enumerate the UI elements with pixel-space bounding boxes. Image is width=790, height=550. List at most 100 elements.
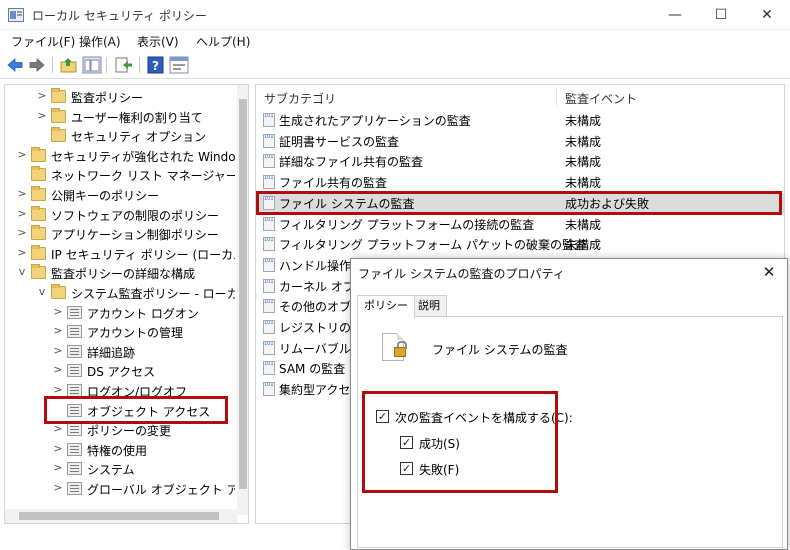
close-button[interactable]: ✕ [744,0,790,30]
tree-item[interactable]: > システム [5,459,235,479]
subcategory-row[interactable]: 101 010 101 証明書サービスの監査 未構成 [256,131,784,151]
maximize-button[interactable]: ☐ [698,0,744,30]
expand-chevron-icon[interactable]: > [53,422,63,436]
local-security-policy-icon [8,8,24,22]
audit-event-value: 未構成 [565,217,602,232]
tree-vertical-scrollbar[interactable] [237,85,248,515]
tree-item[interactable]: > ユーザー権利の割り当て [5,107,235,127]
show-hide-tree-icon[interactable] [82,56,102,74]
svg-text:?: ? [152,59,159,73]
tree-item[interactable]: > 詳細追跡 [5,342,235,362]
expand-chevron-icon[interactable]: > [17,246,27,260]
audit-policy-icon [51,88,66,103]
expand-chevron-icon[interactable]: > [17,207,27,221]
tree-item[interactable]: > 監査ポリシー [5,87,235,107]
highlight-box-file-system-row [256,191,782,215]
tree-pane[interactable]: > 監査ポリシー > ユーザー権利の割り当てセキュリティ オプション > セキュリティが強… [4,84,249,524]
audit-subcategory-icon: 101 010 101 [263,237,275,252]
subcategory-row[interactable]: 101 010 101 フィルタリング プラットフォームの接続の監査 未構成 [256,214,784,234]
tree-item[interactable]: セキュリティ オプション [5,126,235,146]
expand-chevron-icon[interactable]: > [53,383,63,397]
tree-item[interactable]: > DS アクセス [5,361,235,381]
tree-item-label: IP セキュリティ ポリシー (ローカル コン [51,247,235,262]
expand-chevron-icon[interactable]: > [37,89,47,103]
folder-lock-icon [51,127,66,143]
column-divider[interactable] [556,87,557,107]
audit-subcategory-icon: 101 010 101 [263,278,275,293]
expand-chevron-icon[interactable]: > [53,481,63,495]
subcategory-name: フィルタリング プラットフォームの接続の監査 [279,217,535,232]
audit-subcategory-icon: 101 010 101 [263,257,275,272]
expand-chevron-icon[interactable]: > [53,363,63,377]
tree-item[interactable]: > アカウントの管理 [5,322,235,342]
tree-item[interactable]: > 公開キーのポリシー [5,185,235,205]
tree-item[interactable]: > セキュリティが強化された Windows [5,146,235,166]
expand-chevron-icon[interactable]: > [37,109,47,123]
back-icon[interactable] [5,56,25,74]
column-header-audit-events[interactable]: 監査イベント [565,90,637,107]
policy-name: ファイル システムの監査 [432,343,568,357]
tree-item[interactable]: > 特権の使用 [5,440,235,460]
audit-event-value: 未構成 [565,134,602,149]
policy-icon [67,442,82,456]
expand-chevron-icon[interactable]: > [53,324,63,338]
subcategory-row[interactable]: 101 010 101 詳細なファイル共有の監査 未構成 [256,151,784,171]
menu-file[interactable]: ファイル(F) [11,33,75,50]
menu-action[interactable]: 操作(A) [79,33,121,50]
expand-chevron-icon[interactable] [37,128,47,142]
tree-item[interactable]: ネットワーク リスト マネージャー ポリシ [5,165,235,185]
system-audit-icon [51,284,66,299]
export-list-icon[interactable] [114,56,134,74]
tree-item[interactable]: > グローバル オブジェクト アクセ [5,479,235,499]
menu-help[interactable]: ヘルプ(H) [196,33,250,50]
properties-icon[interactable] [169,56,189,74]
menu-view[interactable]: 表示(V) [137,33,179,50]
expand-chevron-icon[interactable]: > [53,442,63,456]
tree-horizontal-scrollbar[interactable] [5,509,237,523]
expand-chevron-icon[interactable]: > [53,305,63,319]
tree-item[interactable]: > アプリケーション制御ポリシー [5,224,235,244]
tree-item-label: セキュリティ オプション [71,130,207,145]
tree-item-label: ネットワーク リスト マネージャー ポリシ [51,169,235,184]
expand-chevron-icon[interactable]: > [17,187,27,201]
tab-policy[interactable]: ポリシー [357,295,415,318]
highlight-box-object-access [44,396,228,424]
tree-item[interactable]: > アカウント ログオン [5,303,235,323]
subcategory-name: SAM の監査 [279,362,346,377]
tree-item[interactable]: > ソフトウェアの制限のポリシー [5,205,235,225]
tree-item-label: システム [87,463,135,478]
help-icon[interactable]: ? [146,56,166,74]
tree-item-label: セキュリティが強化された Windows [51,149,235,164]
expand-chevron-icon[interactable]: > [17,148,27,162]
tree-item-label: DS アクセス [87,365,156,380]
minimize-button[interactable]: — [652,0,698,30]
expand-chevron-icon[interactable] [17,167,27,181]
expand-chevron-icon[interactable]: > [53,461,63,475]
subcategory-name: 集約型アクセ [279,383,351,398]
collapse-chevron-icon[interactable]: v [17,265,27,279]
tree-item[interactable]: v システム監査ポリシー - ローカル ・ [5,283,235,303]
tree-item[interactable]: > IP セキュリティ ポリシー (ローカル コン [5,244,235,264]
forward-icon[interactable] [27,56,47,74]
audit-subcategory-icon: 101 010 101 [263,154,275,169]
toolbar-separator [139,57,140,73]
tab-explanation[interactable]: 説明 [411,295,447,317]
folder-icon [31,205,46,221]
subcategory-row[interactable]: 101 010 101 生成されたアプリケーションの監査 未構成 [256,110,784,130]
dialog-close-button[interactable]: ✕ [759,262,779,282]
collapse-chevron-icon[interactable]: v [37,285,47,299]
policy-icon [67,305,82,319]
subcategory-name: 証明書サービスの監査 [279,134,400,149]
folder-icon [31,264,46,280]
column-header-subcategory[interactable]: サブカテゴリ [264,90,336,107]
subcategory-row[interactable]: 101 010 101 ファイル共有の監査 未構成 [256,172,784,192]
folder-icon [31,166,46,182]
subcategory-name: フィルタリング プラットフォーム パケットの破棄の監査 [279,238,587,253]
tree-item-label: 監査ポリシー [71,91,144,105]
up-folder-icon[interactable] [59,56,79,74]
expand-chevron-icon[interactable]: > [17,226,27,240]
tree-item-label: アプリケーション制御ポリシー [51,228,219,243]
subcategory-row[interactable]: 101 010 101 フィルタリング プラットフォーム パケットの破棄の監査未構… [256,234,784,254]
expand-chevron-icon[interactable]: > [53,344,63,358]
tree-item[interactable]: v 監査ポリシーの詳細な構成 [5,263,235,283]
